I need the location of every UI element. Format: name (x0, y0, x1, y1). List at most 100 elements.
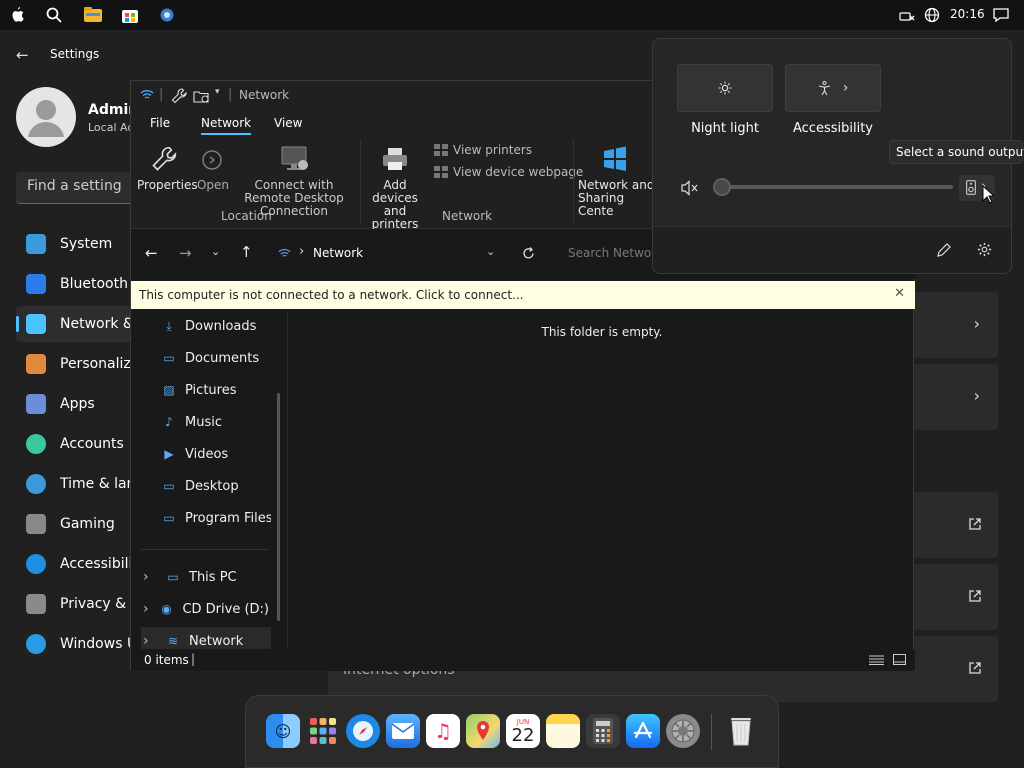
time-language-icon (26, 474, 46, 494)
quick-settings-footer (653, 226, 1011, 273)
search-icon[interactable] (45, 6, 63, 24)
sidebar-item-label: Privacy & se (60, 596, 136, 612)
volume-muted-icon[interactable] (681, 180, 699, 196)
nav-scrollbar[interactable] (277, 393, 280, 621)
store-icon[interactable] (121, 6, 139, 24)
network-status-icon[interactable] (899, 6, 917, 24)
avatar[interactable] (16, 87, 76, 147)
edit-icon[interactable] (937, 243, 951, 257)
wifi-icon (140, 90, 154, 99)
music-icon[interactable]: ♫ (426, 714, 460, 748)
finder-icon[interactable]: ☺ (266, 714, 300, 748)
tree-item[interactable]: ▭ Program Files (141, 504, 271, 532)
maps-icon[interactable] (466, 714, 500, 748)
volume-slider-track[interactable] (719, 185, 953, 189)
privacy-icon (26, 594, 46, 614)
customize-chevron-icon[interactable]: ▾ (215, 87, 220, 97)
sidebar-item-label: System (60, 236, 113, 252)
open-icon (198, 145, 228, 173)
expand-chevron-icon[interactable]: › (141, 633, 165, 649)
close-icon[interactable]: ✕ (894, 286, 905, 301)
settings-app-icon[interactable] (158, 6, 176, 24)
tab-network[interactable]: Network (201, 116, 252, 135)
calendar-icon[interactable]: JUN 22 (506, 714, 540, 748)
sidebar-item-windows-update[interactable]: Windows U (16, 626, 136, 662)
trash-icon[interactable] (724, 714, 758, 748)
tree-item[interactable]: ›◉CD Drive (D:) Ve (141, 595, 271, 623)
address-dropdown-icon[interactable]: ⌄ (486, 245, 495, 258)
expand-chevron-icon[interactable]: › (141, 601, 158, 617)
add-devices-button[interactable]: Add devices and printers (363, 145, 427, 231)
info-bar[interactable]: This computer is not connected to a netw… (131, 281, 915, 309)
tab-view[interactable]: View (274, 116, 302, 130)
system-preferences-icon[interactable] (666, 714, 700, 748)
recent-locations-chevron-icon[interactable]: ⌄ (211, 245, 220, 258)
safari-icon[interactable] (346, 714, 380, 748)
night-light-toggle[interactable] (677, 64, 773, 112)
settings-title: Settings (50, 47, 100, 61)
tree-item[interactable]: › ▭ This PC (141, 563, 271, 591)
sidebar-item-time-language[interactable]: Time & lang (16, 466, 136, 502)
gaming-icon (26, 514, 46, 534)
user-account-type: Local Ac (88, 121, 134, 134)
wrench-icon (149, 145, 179, 173)
notes-icon[interactable] (546, 714, 580, 748)
tree-item[interactable]: ▭Documents✦ (141, 344, 271, 372)
sidebar-item-bluetooth[interactable]: Bluetooth & (16, 266, 136, 302)
expand-chevron-icon[interactable]: › (141, 569, 165, 585)
accessibility-toggle[interactable]: › (785, 64, 881, 112)
sidebar-item-privacy[interactable]: Privacy & se (16, 586, 136, 622)
external-link-icon (969, 662, 981, 674)
view-printers-button[interactable]: View printers (434, 143, 532, 157)
sidebar-item-gaming[interactable]: Gaming (16, 506, 136, 542)
app-store-icon[interactable] (626, 714, 660, 748)
tree-item[interactable]: › ≋ Network (141, 627, 271, 649)
address-bar[interactable]: Network (313, 246, 363, 260)
network-group-label: Network (442, 209, 493, 223)
back-arrow-icon[interactable]: ← (16, 46, 29, 64)
details-view-icon[interactable] (869, 655, 884, 665)
back-button[interactable]: ← (145, 244, 158, 262)
clock[interactable]: 20:16 (950, 7, 985, 21)
sidebar-item-label: Time & lang (60, 476, 136, 492)
up-button[interactable]: ↑ (240, 243, 253, 261)
network-sharing-center-button[interactable]: Network and Sharing Cente (578, 145, 656, 218)
folder-content[interactable]: This folder is empty. (289, 311, 915, 649)
sidebar-item-label: Apps (60, 396, 95, 412)
file-explorer-icon[interactable] (84, 6, 102, 24)
globe-icon[interactable] (923, 6, 941, 24)
apple-icon[interactable] (8, 6, 26, 24)
sidebar-item-system[interactable]: System (16, 226, 136, 262)
tree-item[interactable]: ▨Pictures✦ (141, 376, 271, 404)
search-network-input[interactable]: Search Network (568, 246, 663, 260)
sidebar-item-accessibility[interactable]: Accessibility (16, 546, 136, 582)
accessibility-label: Accessibility (793, 121, 873, 136)
sidebar-item-accounts[interactable]: Accounts (16, 426, 136, 462)
forward-button[interactable]: → (179, 244, 192, 262)
refresh-icon[interactable] (522, 247, 535, 260)
tree-item[interactable]: ▶Videos✦ (141, 440, 271, 468)
calculator-icon[interactable] (586, 714, 620, 748)
view-device-webpage-button[interactable]: View device webpage (434, 165, 583, 179)
gear-icon[interactable] (977, 242, 992, 257)
connect-remote-desktop-button[interactable]: Connect with Remote Desktop Connection (235, 145, 353, 218)
new-folder-icon[interactable] (193, 89, 209, 103)
tab-file[interactable]: File (150, 116, 170, 130)
menu-bar: 20:16 (0, 0, 1024, 30)
sidebar-item-apps[interactable]: Apps (16, 386, 136, 422)
notifications-icon[interactable] (992, 6, 1010, 24)
large-icons-view-icon[interactable] (893, 654, 906, 666)
launchpad-icon[interactable] (306, 714, 340, 748)
sidebar-item-personalization[interactable]: Personaliza (16, 346, 136, 382)
open-button[interactable]: Open (195, 145, 231, 192)
volume-slider-thumb[interactable] (713, 178, 731, 196)
tree-item[interactable]: ▭ Desktop (141, 472, 271, 500)
sidebar-item-network[interactable]: Network & (16, 306, 136, 342)
mail-icon[interactable] (386, 714, 420, 748)
tree-item[interactable]: ⤓Downloads✦ (141, 312, 271, 340)
properties-button[interactable]: Properties (137, 145, 198, 192)
sidebar-item-label: Accounts (60, 436, 124, 452)
find-setting-input[interactable]: Find a setting (16, 172, 136, 204)
tree-item[interactable]: ♪Music✦ (141, 408, 271, 436)
properties-quick-icon[interactable] (171, 88, 187, 104)
